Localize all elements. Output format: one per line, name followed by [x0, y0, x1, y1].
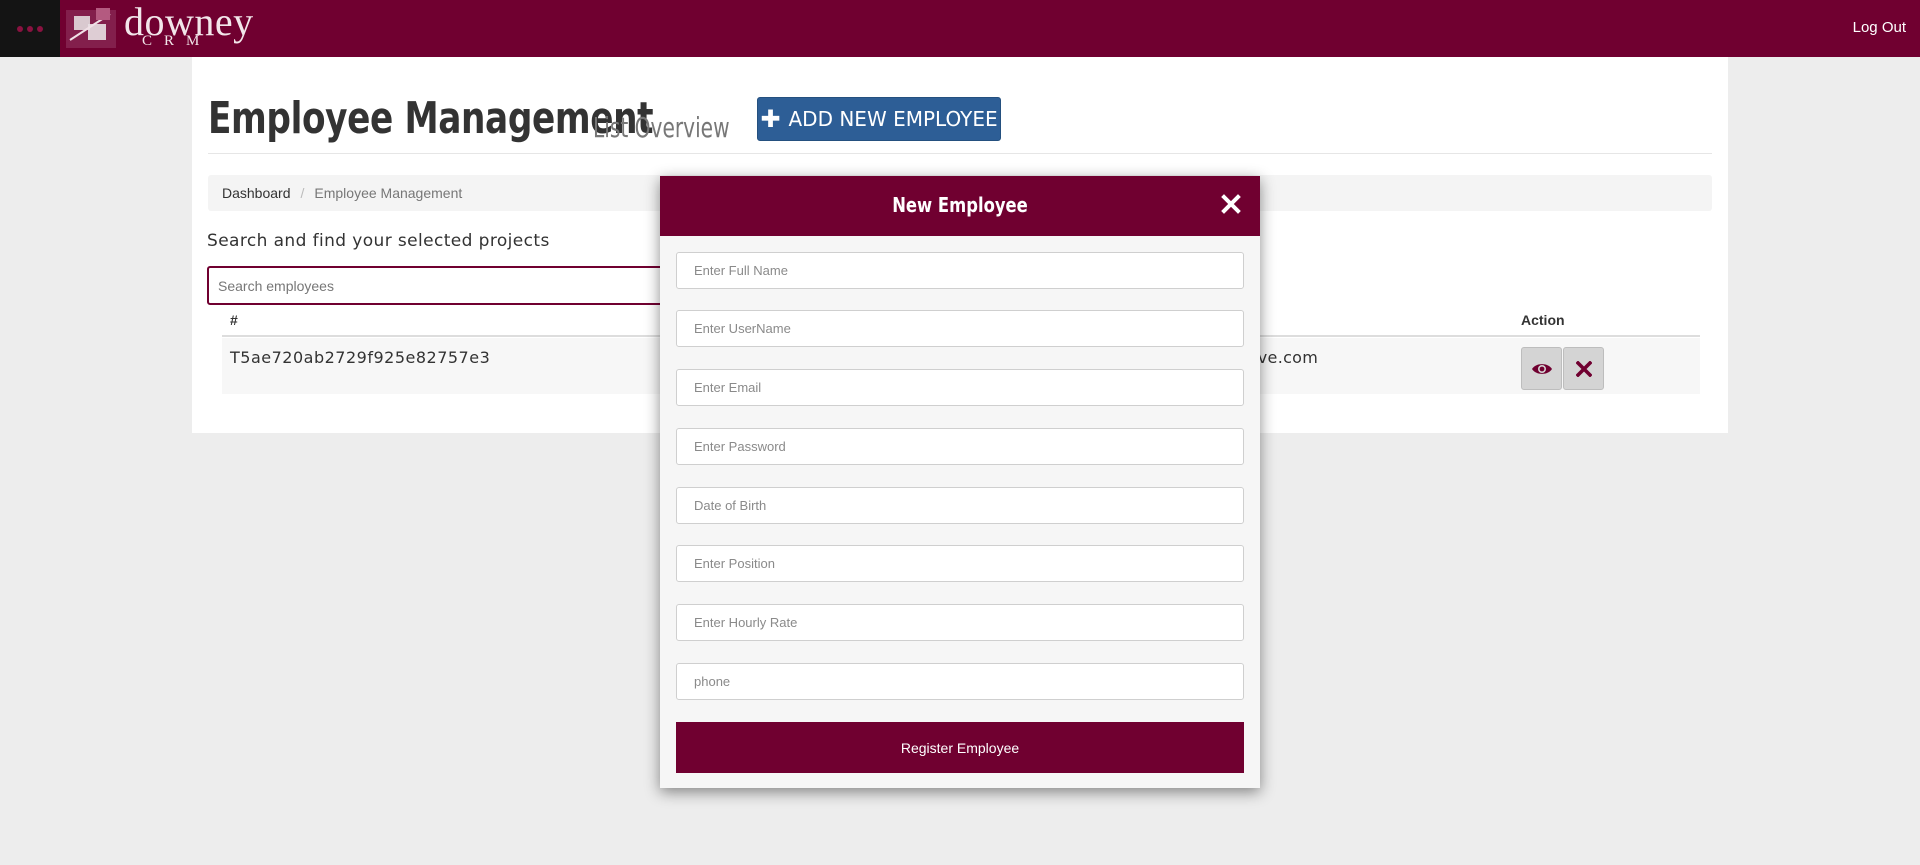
add-new-employee-button[interactable]: ✚ ADD NEW EMPLOYEE [757, 97, 1001, 141]
modal-title: New Employee [892, 193, 1028, 217]
close-icon[interactable] [1220, 193, 1242, 215]
top-navbar: downey CRM Log Out [0, 0, 1920, 57]
menu-dot [37, 25, 43, 32]
position-field[interactable] [676, 545, 1244, 582]
hourly-rate-field[interactable] [676, 604, 1244, 641]
employee-id-cell: T5ae720ab2729f925e82757e3 [230, 348, 491, 367]
menu-dots-icon [17, 25, 23, 32]
breadcrumb-dashboard[interactable]: Dashboard [222, 185, 291, 201]
page-title: Employee Management [208, 93, 654, 144]
x-icon [1575, 360, 1592, 377]
password-field[interactable] [676, 428, 1244, 465]
view-employee-button[interactable] [1521, 347, 1562, 390]
page-subtitle: List Overview [593, 111, 730, 144]
modal-header: New Employee [660, 176, 1260, 236]
search-input[interactable] [207, 266, 687, 305]
eye-icon [1531, 363, 1552, 374]
username-field[interactable] [676, 310, 1244, 347]
search-heading: Search and find your selected projects [207, 231, 550, 251]
menu-toggle-button[interactable] [0, 0, 60, 57]
logo-subtext: CRM [142, 33, 212, 49]
phone-field[interactable] [676, 663, 1244, 700]
plus-icon: ✚ [760, 105, 781, 133]
breadcrumb-current: Employee Management [314, 185, 463, 201]
page-header: Employee Management List Overview ✚ ADD … [208, 93, 1712, 154]
brand-logo[interactable]: downey CRM [60, 0, 270, 57]
menu-dot [27, 25, 33, 32]
full-name-field[interactable] [676, 252, 1244, 289]
logout-link[interactable]: Log Out [1853, 19, 1906, 36]
logo-mark-icon [66, 8, 116, 48]
date-of-birth-field[interactable] [676, 487, 1244, 524]
column-header-id: # [230, 312, 238, 328]
breadcrumb-separator: / [300, 185, 305, 201]
add-new-employee-label: ADD NEW EMPLOYEE [788, 107, 998, 131]
new-employee-modal: New Employee Register Employee [660, 176, 1260, 788]
email-field[interactable] [676, 369, 1244, 406]
delete-employee-button[interactable] [1563, 347, 1604, 390]
register-employee-button[interactable]: Register Employee [676, 722, 1244, 773]
column-header-action: Action [1521, 312, 1565, 328]
